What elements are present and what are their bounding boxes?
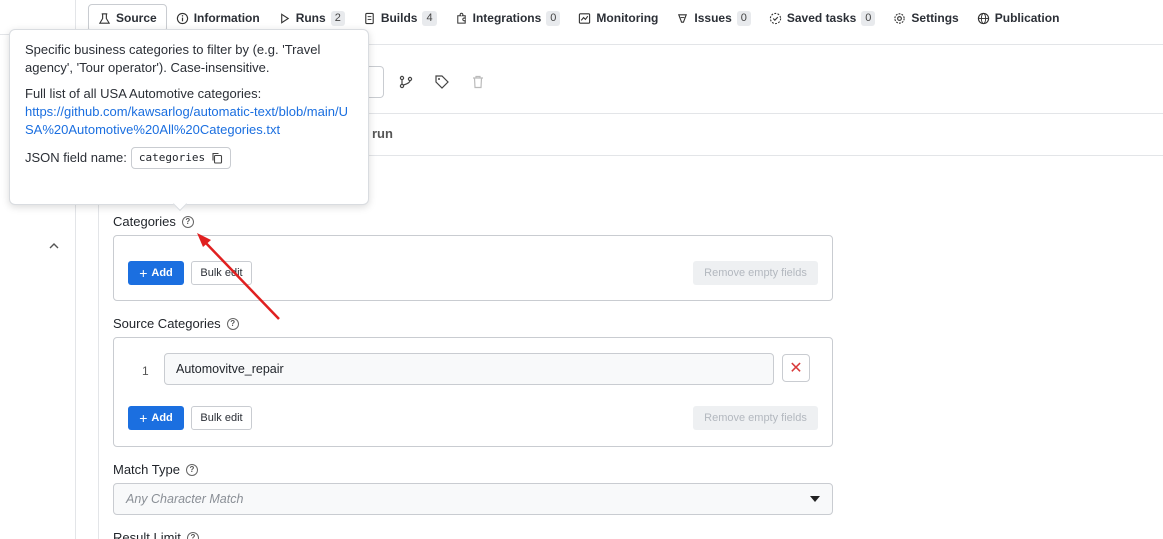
saved-tasks-icon [769, 12, 782, 24]
select-placeholder: Any Character Match [126, 492, 244, 506]
source-category-input[interactable]: Automovitve_repair [164, 353, 774, 385]
tag-icon[interactable] [434, 74, 450, 90]
tooltip-description: Specific business categories to filter b… [25, 42, 321, 75]
add-source-category-button[interactable]: + Add [128, 406, 184, 430]
remove-empty-fields-button[interactable]: Remove empty fields [693, 261, 818, 285]
tab-label: Issues [694, 11, 732, 25]
tab-source[interactable]: Source [88, 4, 167, 32]
delete-row-button[interactable]: ✕ [782, 354, 810, 382]
categories-label: Categories ? [113, 214, 194, 229]
tab-label: Monitoring [596, 11, 659, 25]
tab-count: 0 [861, 10, 876, 26]
tab-label: Integrations [472, 11, 542, 25]
tab-label: Source [116, 11, 157, 25]
content-divider [98, 200, 99, 539]
plus-icon: + [139, 410, 148, 426]
tab-label: Information [193, 11, 260, 25]
builds-icon [365, 12, 374, 24]
help-icon[interactable]: ? [181, 215, 194, 228]
chevron-up-icon[interactable] [46, 238, 62, 254]
tab-count: 4 [422, 10, 437, 26]
info-icon [176, 12, 188, 24]
tab-label: Settings [911, 11, 959, 25]
bug-icon [678, 13, 688, 23]
source-icon [98, 12, 111, 24]
tab-information[interactable]: Information [167, 4, 269, 32]
json-field-label: JSON field name: [25, 150, 127, 165]
tab-label: Saved tasks [786, 11, 857, 25]
categories-list-link[interactable]: https://github.com/kawsarlog/automatic-t… [25, 104, 348, 137]
json-field-chip[interactable]: categories [130, 147, 232, 169]
tab-label: Runs [295, 11, 326, 25]
tab-count: 0 [546, 10, 561, 26]
help-icon[interactable]: ? [185, 463, 198, 476]
source-categories-editor: 1 Automovitve_repair ✕ + Add Bulk edit Re… [113, 337, 833, 447]
help-tooltip: Specific business categories to filter b… [9, 29, 369, 205]
tab-monitoring[interactable]: Monitoring [569, 4, 667, 32]
tab-count: 0 [736, 10, 751, 26]
gear-icon [894, 12, 906, 24]
tab-integrations[interactable]: Integrations 0 [446, 4, 570, 32]
add-category-button[interactable]: + Add [128, 261, 184, 285]
tab-runs[interactable]: Runs 2 [269, 4, 354, 32]
bulk-edit-button[interactable]: Bulk edit [191, 261, 252, 285]
puzzle-icon [456, 12, 466, 24]
tab-settings[interactable]: Settings [884, 4, 967, 32]
play-icon [280, 12, 289, 24]
field-label-text: Result Limit [113, 530, 181, 539]
branch-icon[interactable] [398, 74, 414, 90]
json-field-name: categories [138, 151, 206, 164]
categories-editor: + Add Bulk edit Remove empty fields [113, 235, 833, 301]
help-icon[interactable]: ? [186, 531, 199, 539]
close-icon: ✕ [789, 360, 803, 377]
field-label-text: Categories [113, 214, 176, 229]
chart-icon [579, 12, 591, 24]
tab-count: 2 [330, 10, 345, 26]
field-label-text: Source Categories [113, 316, 221, 331]
json-field-row: JSON field name: categories [25, 147, 353, 169]
globe-icon [977, 12, 989, 24]
tab-label: Publication [994, 11, 1060, 25]
row-index: 1 [142, 364, 149, 378]
tab-builds[interactable]: Builds 4 [354, 4, 446, 32]
remove-empty-fields-button[interactable]: Remove empty fields [693, 406, 818, 430]
bulk-edit-button[interactable]: Bulk edit [191, 406, 252, 430]
tab-saved-tasks[interactable]: Saved tasks 0 [760, 4, 885, 32]
tab-publication[interactable]: Publication [968, 4, 1069, 32]
tab-label: Builds [380, 11, 418, 25]
toolbar-divider [360, 113, 1163, 114]
trash-icon [473, 75, 483, 89]
match-type-select[interactable]: Any Character Match [113, 483, 833, 515]
page: Source Information Runs 2 Builds 4 Integ… [0, 0, 1163, 539]
run-divider [360, 155, 1163, 156]
caret-down-icon [810, 496, 820, 502]
run-heading: run [372, 126, 393, 141]
plus-icon: + [139, 265, 148, 281]
help-icon[interactable]: ? [226, 317, 239, 330]
tooltip-list-intro: Full list of all USA Automotive categori… [25, 86, 262, 101]
source-categories-label: Source Categories ? [113, 316, 239, 331]
match-type-label: Match Type ? [113, 462, 198, 477]
tab-issues[interactable]: Issues 0 [667, 4, 759, 32]
field-label-text: Match Type [113, 462, 180, 477]
result-limit-label: Result Limit ? [113, 530, 199, 539]
copy-icon[interactable] [211, 152, 223, 164]
